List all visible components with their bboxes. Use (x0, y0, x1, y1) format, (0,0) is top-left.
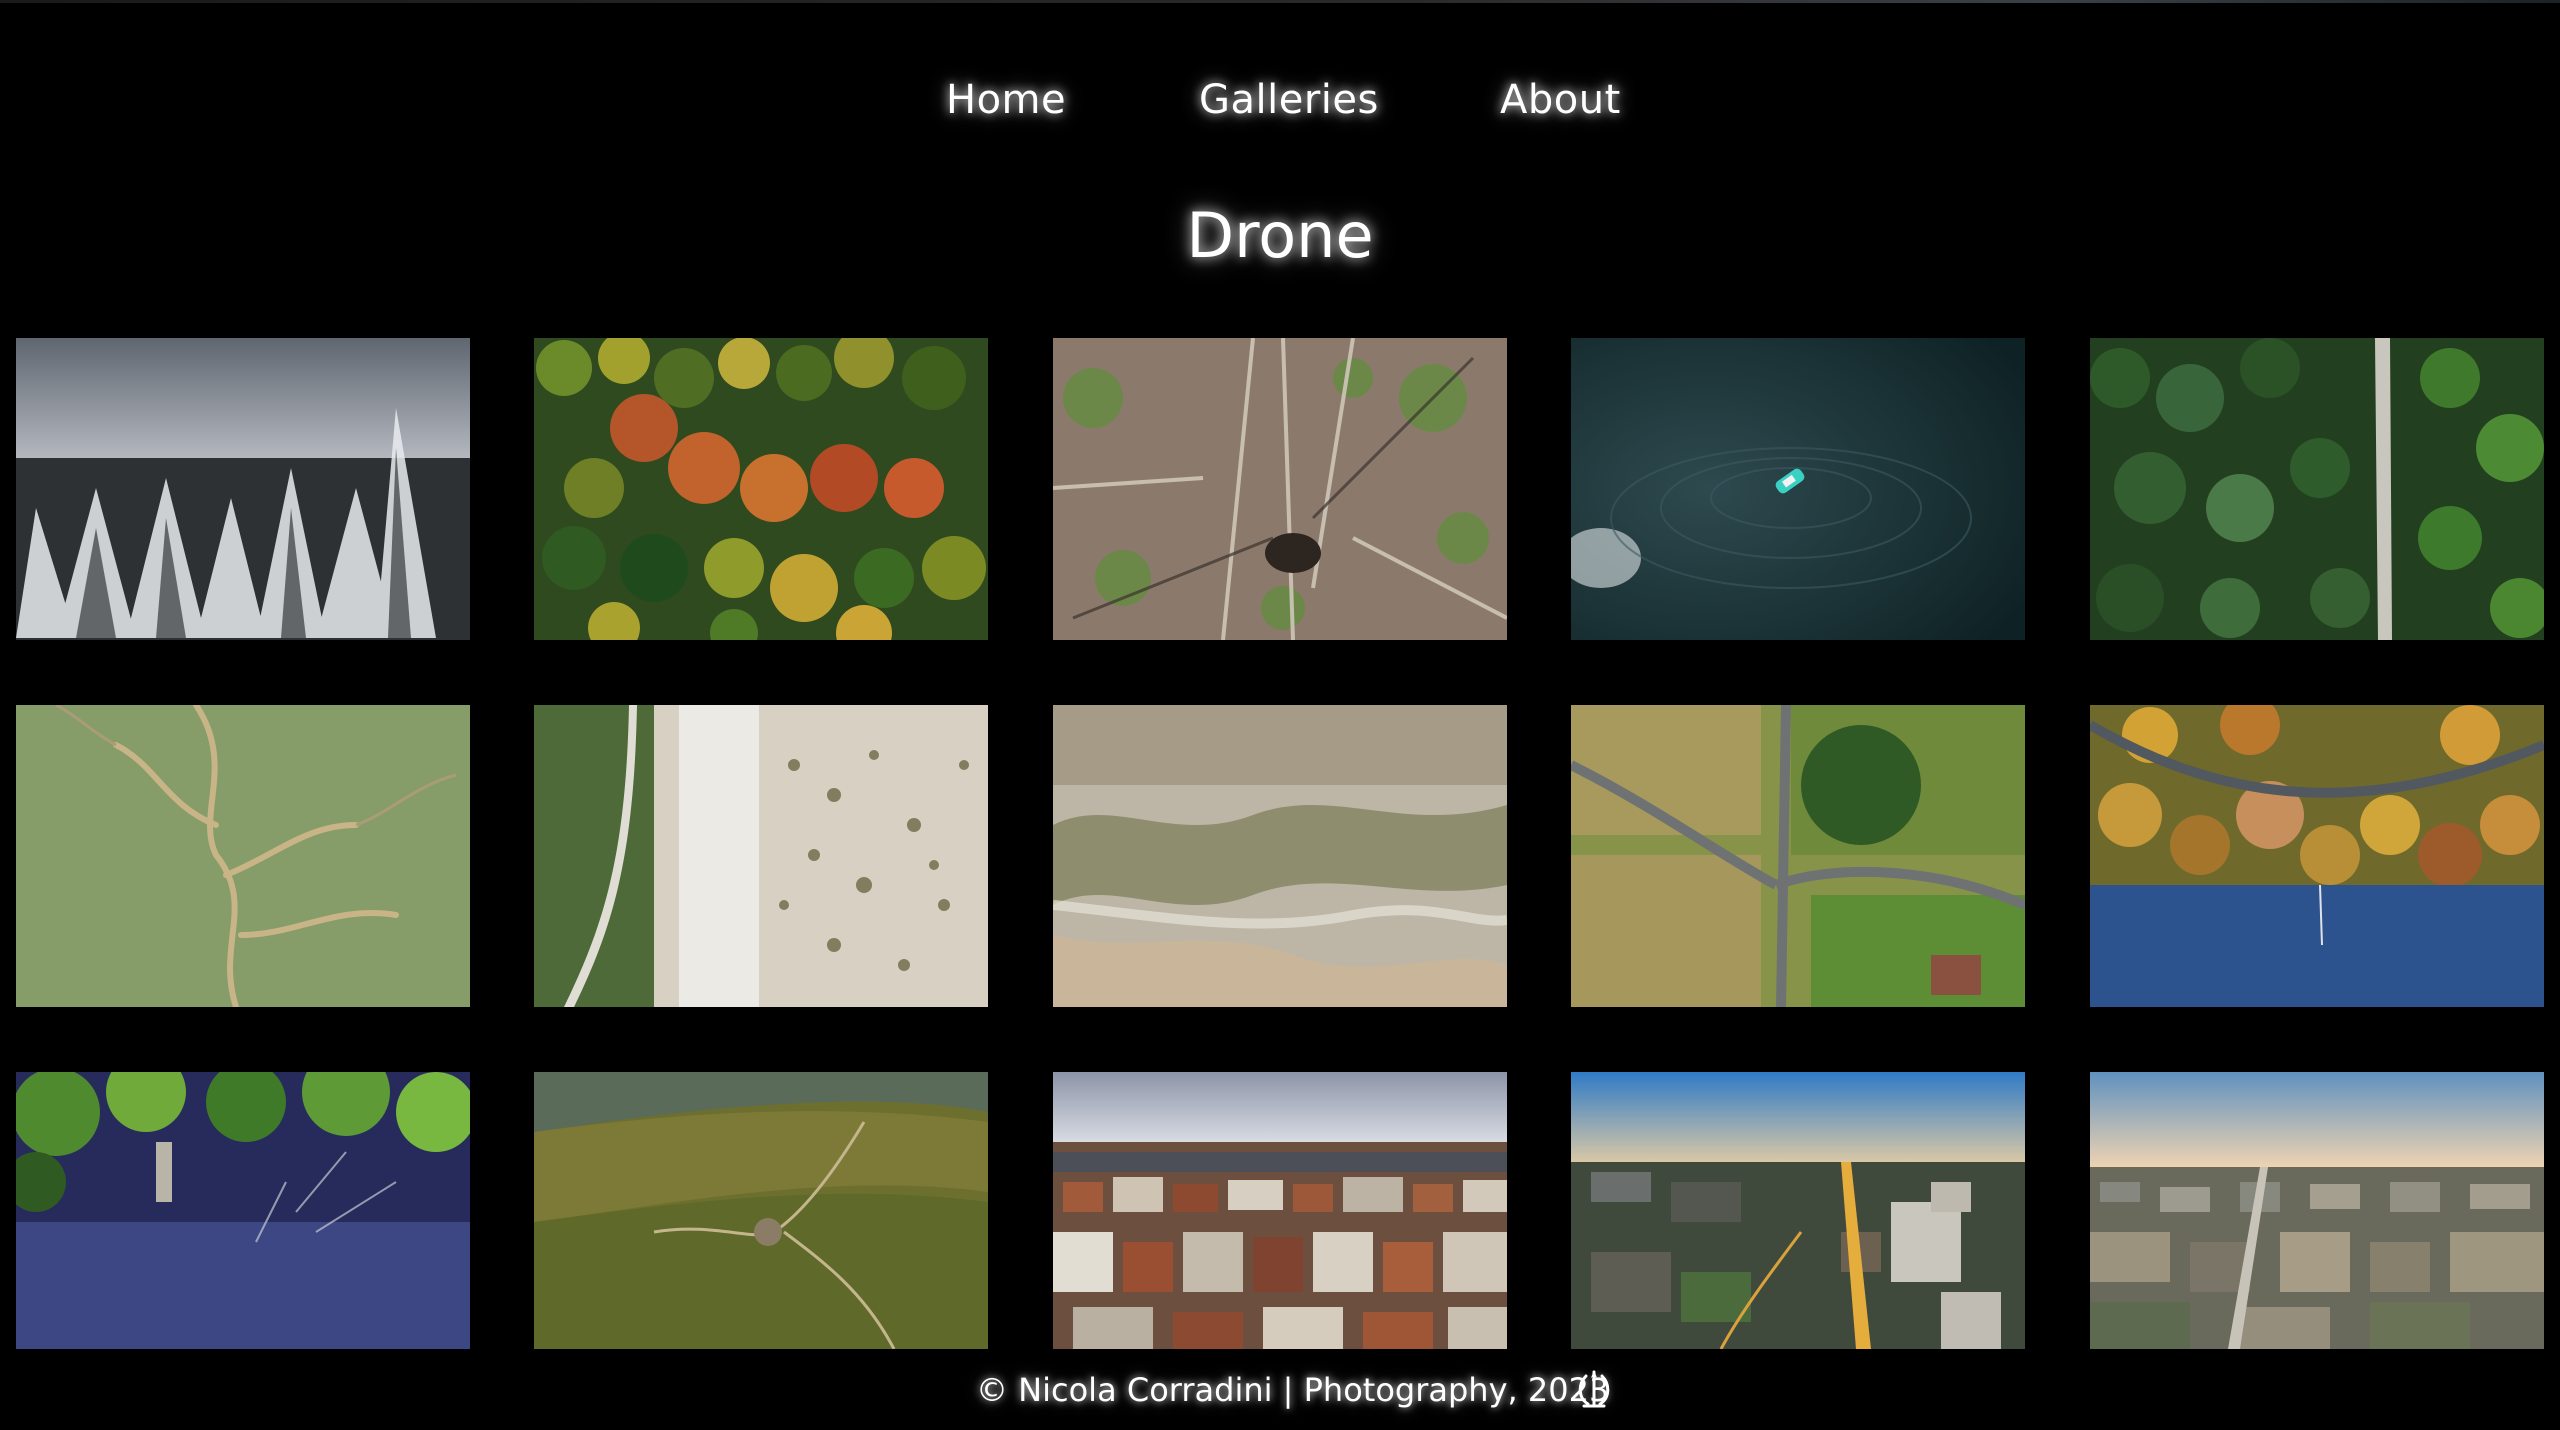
photo-road-junction (1571, 705, 2025, 1007)
photo-autumn-canopy (534, 338, 988, 640)
photo-tile-green-hills[interactable] (534, 1072, 988, 1349)
photo-tile-city-skyline[interactable] (2090, 1072, 2544, 1349)
photo-tile-city-avenue[interactable] (1571, 1072, 2025, 1349)
photo-dune-path (534, 705, 988, 1007)
photo-pine-road (2090, 338, 2544, 640)
photo-tile-dune-path[interactable] (534, 705, 988, 1007)
photo-sand-flats (1053, 705, 1507, 1007)
photo-tile-sand-flats[interactable] (1053, 705, 1507, 1007)
photo-tile-city-rooftops[interactable] (1053, 1072, 1507, 1349)
photo-marsh-channels (16, 705, 470, 1007)
photo-snow-forest (16, 338, 470, 640)
photo-tile-marsh-channels[interactable] (16, 705, 470, 1007)
nav-about-link[interactable]: About (1500, 70, 1621, 130)
photo-city-avenue (1571, 1072, 2025, 1349)
window-top-edge (0, 0, 2560, 3)
photo-city-rooftops (1053, 1072, 1507, 1349)
photo-city-skyline (2090, 1072, 2544, 1349)
photo-boat-lake (1571, 338, 2025, 640)
main-nav: Home Galleries About (0, 70, 2560, 130)
photo-tile-autumn-canopy[interactable] (534, 338, 988, 640)
page-title: Drone (1186, 199, 1374, 272)
site-footer: © Nicola Corradini | Photography, 2023 (0, 1362, 2560, 1418)
photo-tile-forest-floor[interactable] (1053, 338, 1507, 640)
photo-tile-snow-forest[interactable] (16, 338, 470, 640)
page: Home Galleries About Drone © Nicola Corr… (0, 0, 2560, 1430)
photo-green-hills (534, 1072, 988, 1349)
photo-tile-pond-reflection[interactable] (16, 1072, 470, 1349)
copyright-text: © Nicola Corradini | Photography, 2023 (976, 1371, 1610, 1409)
emblem-icon[interactable] (1572, 1368, 1616, 1412)
nav-galleries-link[interactable]: Galleries (1199, 70, 1379, 130)
photo-tile-pine-road[interactable] (2090, 338, 2544, 640)
photo-tile-boat-lake[interactable] (1571, 338, 2025, 640)
nav-home-link[interactable]: Home (946, 70, 1066, 130)
photo-tile-lake-autumn[interactable] (2090, 705, 2544, 1007)
photo-forest-floor (1053, 338, 1507, 640)
photo-tile-road-junction[interactable] (1571, 705, 2025, 1007)
photo-lake-autumn (2090, 705, 2544, 1007)
photo-pond-reflection (16, 1072, 470, 1349)
